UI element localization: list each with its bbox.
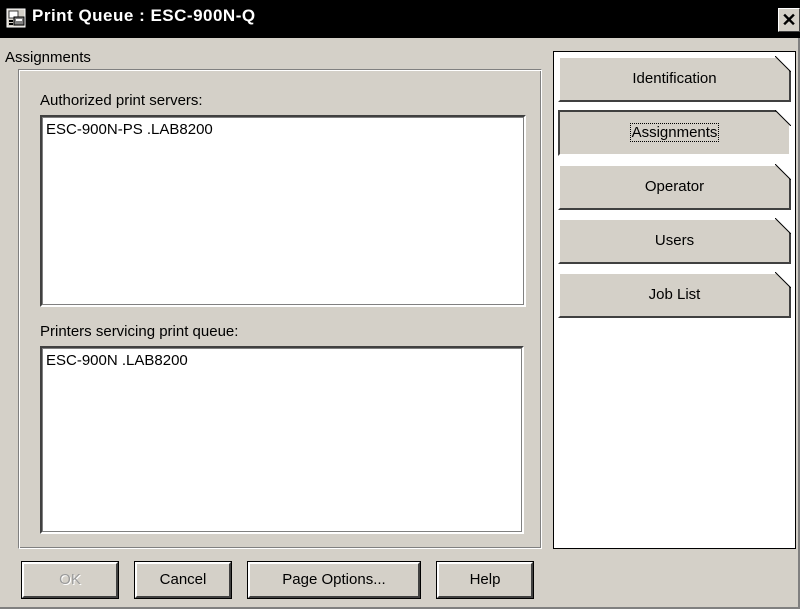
printers-listbox[interactable]: ESC-900N .LAB8200 xyxy=(40,346,524,534)
list-item[interactable]: ESC-900N .LAB8200 xyxy=(42,348,522,369)
page-corner-icon xyxy=(775,56,791,72)
ok-button[interactable]: OK xyxy=(21,561,119,599)
window-title: Print Queue : ESC-900N-Q xyxy=(32,6,256,25)
page-tabs-panel: Identification Assignments Operator User… xyxy=(553,51,796,549)
servers-label: Authorized print servers: xyxy=(40,92,203,109)
title-bar: Print Queue : ESC-900N-Q ✕ xyxy=(0,0,800,38)
tab-operator[interactable]: Operator xyxy=(558,164,791,210)
page-corner-icon xyxy=(775,110,791,126)
print-queue-icon xyxy=(6,8,26,28)
tab-label: Users xyxy=(654,232,695,249)
page-options-button[interactable]: Page Options... xyxy=(247,561,421,599)
tab-users[interactable]: Users xyxy=(558,218,791,264)
close-icon[interactable]: ✕ xyxy=(778,8,800,32)
tab-job-list[interactable]: Job List xyxy=(558,272,791,318)
tab-label: Operator xyxy=(644,178,705,195)
page-corner-icon xyxy=(775,218,791,234)
tab-assignments[interactable]: Assignments xyxy=(558,110,791,156)
tab-label: Identification xyxy=(632,70,717,87)
section-title: Assignments xyxy=(5,49,91,66)
cancel-button[interactable]: Cancel xyxy=(134,561,232,599)
page-corner-icon xyxy=(775,164,791,180)
list-item[interactable]: ESC-900N-PS .LAB8200 xyxy=(42,117,524,138)
tab-identification[interactable]: Identification xyxy=(558,56,791,102)
page-corner-icon xyxy=(775,272,791,288)
tab-label: Assignments xyxy=(629,123,720,142)
print-queue-dialog: Print Queue : ESC-900N-Q ✕ Assignments A… xyxy=(0,0,800,609)
servers-listbox[interactable]: ESC-900N-PS .LAB8200 xyxy=(40,115,526,307)
help-button[interactable]: Help xyxy=(436,561,534,599)
tab-label: Job List xyxy=(648,286,701,303)
printers-label: Printers servicing print queue: xyxy=(40,323,239,340)
